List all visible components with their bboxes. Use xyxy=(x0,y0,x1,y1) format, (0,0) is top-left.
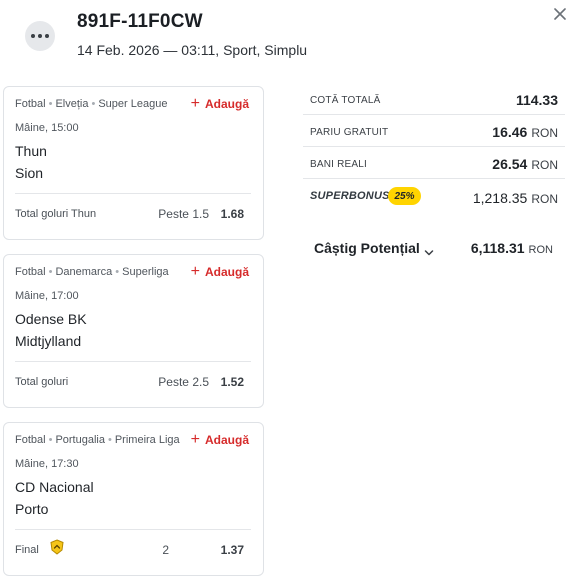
event-card: Fotbal • Elveția • Super League + Adaugă Mâin… xyxy=(3,86,264,240)
event-league: Fotbal • Danemarca • Superliga xyxy=(15,266,169,278)
more-dots-icon[interactable] xyxy=(25,21,55,51)
free-bet-value: 16.46 RON xyxy=(492,124,558,140)
real-money-row: BANI REALI 26.54 RON xyxy=(303,148,565,179)
bet-odd: 1.37 xyxy=(220,543,244,557)
bet-odd: 1.52 xyxy=(220,375,244,389)
shield-badge-icon xyxy=(50,539,64,555)
team-away: Sion xyxy=(15,165,44,181)
event-league: Fotbal • Elveția • Super League xyxy=(15,98,168,110)
superbonus-badge: 25% xyxy=(388,187,421,205)
add-button[interactable]: + Adaugă xyxy=(191,264,249,280)
divider xyxy=(303,114,565,115)
total-odds-label: COTĂ TOTALĂ xyxy=(310,95,381,106)
bet-pick: Peste 1.5 xyxy=(158,207,209,221)
event-time: Mâine, 17:00 xyxy=(15,290,79,302)
total-odds-row: COTĂ TOTALĂ 114.33 xyxy=(303,84,565,115)
divider xyxy=(15,193,251,194)
divider xyxy=(303,178,565,179)
add-button[interactable]: + Adaugă xyxy=(191,432,249,448)
divider xyxy=(15,361,251,362)
plus-icon: + xyxy=(190,263,200,280)
divider xyxy=(15,529,251,530)
free-bet-label: PARIU GRATUIT xyxy=(310,127,389,138)
event-card: Fotbal • Portugalia • Primeira Liga + Adaugă … xyxy=(3,422,264,576)
bet-odd: 1.68 xyxy=(220,207,244,221)
ticket-header: 891F-11F0CW 14 Feb. 2026 — 03:11, Sport,… xyxy=(0,0,583,80)
potential-win-value: 6,118.31 RON xyxy=(470,240,553,256)
bet-market: Total goluri Thun xyxy=(15,208,97,220)
event-time: Mâine, 17:30 xyxy=(15,458,79,470)
event-card: Fotbal • Danemarca • Superliga + Adaugă Mâine… xyxy=(3,254,264,408)
real-money-value: 26.54 RON xyxy=(492,156,558,172)
close-icon[interactable] xyxy=(551,5,569,23)
add-button[interactable]: + Adaugă xyxy=(191,96,249,112)
superbonus-value: 1,218.35 RON xyxy=(472,190,558,206)
bet-market: Total goluri xyxy=(15,376,69,388)
team-home: Thun xyxy=(15,143,47,159)
team-home: CD Nacional xyxy=(15,479,94,495)
divider xyxy=(303,146,565,147)
total-odds-value: 114.33 xyxy=(515,92,558,108)
bet-market: Final xyxy=(15,544,39,556)
event-time: Mâine, 15:00 xyxy=(15,122,79,134)
real-money-label: BANI REALI xyxy=(310,159,368,170)
chevron-down-icon[interactable] xyxy=(424,244,434,256)
ticket-subtitle: 14 Feb. 2026 — 03:11, Sport, Simplu xyxy=(77,42,308,58)
potential-win-row[interactable]: Câștig Potențial 6,118.31 RON xyxy=(303,240,565,260)
bet-pick: Peste 2.5 xyxy=(158,375,209,389)
plus-icon: + xyxy=(190,431,200,448)
team-away: Midtjylland xyxy=(15,333,82,349)
team-away: Porto xyxy=(15,501,49,517)
superbonus-logo: SUPERBONUS xyxy=(310,190,390,202)
superbonus-row: SUPERBONUS 25% 1,218.35 RON xyxy=(303,182,565,213)
event-league: Fotbal • Portugalia • Primeira Liga xyxy=(15,434,180,446)
potential-win-label: Câștig Potențial xyxy=(314,240,420,256)
ticket-id: 891F-11F0CW xyxy=(77,11,203,32)
free-bet-row: PARIU GRATUIT 16.46 RON xyxy=(303,116,565,147)
team-home: Odense BK xyxy=(15,311,87,327)
bet-pick: 2 xyxy=(162,543,169,557)
plus-icon: + xyxy=(190,95,200,112)
